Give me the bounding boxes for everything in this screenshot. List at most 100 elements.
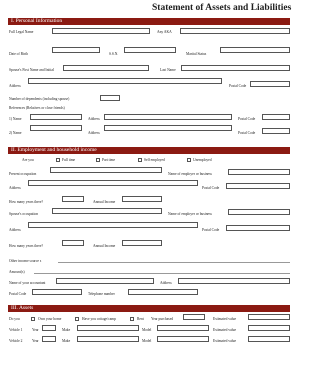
present-occupation-field[interactable] [50, 167, 162, 173]
telephone-field[interactable] [128, 289, 198, 295]
accountant-postal-label: Postal Code [9, 292, 27, 296]
ref-postal-1-field[interactable] [262, 114, 290, 120]
vehicle-2-value-field[interactable] [248, 336, 290, 342]
present-occupation-label: Present occupation [9, 172, 37, 176]
employer-postal-field[interactable] [226, 183, 290, 189]
spouse-address-field[interactable] [28, 222, 198, 228]
ref-postal-1-label: Postal Code [238, 117, 256, 121]
marital-status-label: Marital Status [186, 52, 207, 56]
spouse-postal-label: Postal Code [202, 228, 220, 232]
rent-label: Rent [137, 317, 144, 321]
ref-name-1-field[interactable] [30, 114, 82, 120]
ref-name-1-label: 1) Name [9, 117, 22, 121]
accountant-name-field[interactable] [56, 278, 154, 284]
ref-name-2-field[interactable] [30, 125, 82, 131]
vehicle-2-model-field[interactable] [157, 336, 209, 342]
employer-address-field[interactable] [28, 180, 198, 186]
year-purchased-label: Year purchased [151, 317, 174, 321]
vehicle-1-make-field[interactable] [77, 325, 139, 331]
vehicle-1-year-field[interactable] [42, 325, 56, 331]
cottage-checkbox[interactable] [75, 317, 79, 321]
employer-address-label: Address [9, 186, 21, 190]
full-time-checkbox[interactable] [56, 158, 60, 162]
years-there-field[interactable] [62, 196, 84, 202]
accountant-address-label: Address [160, 281, 172, 285]
do-you-label: Do you [9, 317, 20, 321]
spouse-first-name-field[interactable] [63, 65, 149, 71]
vehicle-1-value-field[interactable] [248, 325, 290, 331]
ref-address-1-label: Address [88, 117, 100, 121]
spouse-income-field[interactable] [122, 240, 162, 246]
cottage-label: Have you cottage/camp [82, 317, 116, 321]
section-personal-information: I. Personal Information [8, 18, 290, 25]
vehicle-2-make-field[interactable] [77, 336, 139, 342]
spouse-employer-label: Name of employer or business [168, 212, 212, 216]
address-label: Address [9, 84, 21, 88]
aka-label: Any AKA [157, 30, 172, 34]
vehicle-2-label: Vehicle 2 [9, 339, 23, 343]
accountant-postal-field[interactable] [32, 289, 82, 295]
ssn-label: S.S.N. [109, 52, 119, 56]
amounts-label: Amount(s) [9, 270, 25, 274]
full-legal-name-label: Full Legal Name [9, 30, 34, 34]
section-assets: III. Assets [8, 305, 290, 312]
vehicle-2-year-field[interactable] [42, 336, 56, 342]
vehicle-2-make-label: Make [62, 339, 71, 343]
vehicle-2-value-label: Estimated value [213, 339, 237, 343]
full-legal-name-field[interactable] [52, 28, 150, 34]
vehicle-2-model-label: Model [142, 339, 152, 343]
are-you-label: Are you [22, 158, 34, 162]
postal-code-field[interactable] [250, 81, 290, 87]
ref-address-2-label: Address [88, 131, 100, 135]
home-value-field[interactable] [248, 314, 290, 320]
dependents-label: Number of dependents (including spouse) [9, 97, 70, 101]
marital-status-field[interactable] [220, 47, 290, 53]
ref-name-2-label: 2) Name [9, 131, 22, 135]
last-name-field[interactable] [181, 65, 290, 71]
ref-address-1-field[interactable] [104, 114, 232, 120]
own-home-label: Own your home [38, 317, 62, 321]
spouse-employer-field[interactable] [228, 209, 290, 215]
spouse-years-field[interactable] [62, 240, 84, 246]
annual-income-field[interactable] [122, 196, 162, 202]
ref-postal-2-label: Postal Code [238, 131, 256, 135]
telephone-label: Telephone number [88, 292, 115, 296]
ssn-field[interactable] [124, 47, 176, 53]
amounts-line[interactable] [34, 273, 290, 274]
home-value-label: Estimated value [213, 317, 237, 321]
year-purchased-field[interactable] [183, 314, 205, 320]
date-of-birth-field[interactable] [52, 47, 100, 53]
unemployed-checkbox[interactable] [187, 158, 191, 162]
references-label: References (Relatives or close friends) [9, 106, 65, 110]
dependents-field[interactable] [100, 95, 120, 101]
spouse-years-label: How many years there? [9, 244, 44, 248]
accountant-address-field[interactable] [178, 278, 290, 284]
vehicle-1-model-field[interactable] [157, 325, 209, 331]
accountant-name-label: Name of your accountant [9, 281, 46, 285]
rent-checkbox[interactable] [130, 317, 134, 321]
ref-postal-2-field[interactable] [262, 128, 290, 134]
section-employment: II. Employment and household income [8, 147, 290, 154]
vehicle-1-make-label: Make [62, 328, 71, 332]
employer-postal-label: Postal Code [202, 186, 220, 190]
self-employed-checkbox[interactable] [138, 158, 142, 162]
address-field[interactable] [28, 78, 222, 84]
years-there-label: How many years there? [9, 200, 44, 204]
vehicle-2-year-label: Year [32, 339, 39, 343]
part-time-checkbox[interactable] [96, 158, 100, 162]
spouse-occupation-label: Spouse's occupation [9, 212, 39, 216]
aka-field[interactable] [180, 28, 290, 34]
own-home-checkbox[interactable] [31, 317, 35, 321]
spouse-address-label: Address [9, 228, 21, 232]
unemployed-label: Unemployed [193, 158, 212, 162]
annual-income-label: Annual Income [93, 200, 116, 204]
employer-name-label: Name of employer or business [168, 172, 212, 176]
spouse-postal-field[interactable] [226, 225, 290, 231]
date-of-birth-label: Date of Birth [9, 52, 28, 56]
other-income-line[interactable] [58, 262, 290, 263]
employer-name-field[interactable] [228, 169, 290, 175]
ref-address-2-field[interactable] [104, 125, 232, 131]
self-employed-label: Self employed [144, 158, 165, 162]
spouse-occupation-field[interactable] [52, 208, 162, 214]
part-time-label: Part time [102, 158, 116, 162]
